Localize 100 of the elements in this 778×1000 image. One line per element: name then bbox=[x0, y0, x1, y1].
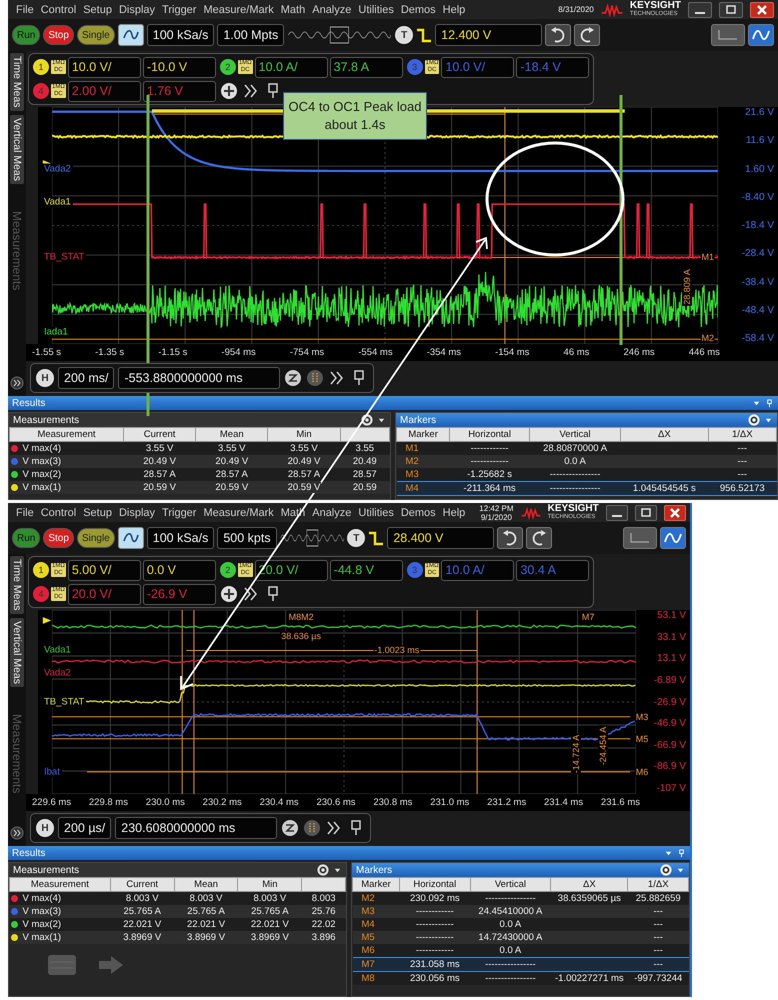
trace-label[interactable]: Vada1 bbox=[42, 644, 73, 656]
stop-button[interactable]: Stop bbox=[43, 528, 74, 548]
menu-item[interactable]: Trigger bbox=[162, 4, 196, 16]
menu-item[interactable]: File bbox=[16, 4, 34, 16]
column-header[interactable]: Mean bbox=[174, 878, 238, 892]
timebase-scale-field[interactable]: 200 µs/ bbox=[58, 817, 112, 839]
channel-number[interactable]: 2 bbox=[220, 562, 236, 578]
channel-number[interactable]: 2 bbox=[220, 59, 236, 75]
close-button[interactable] bbox=[750, 2, 774, 18]
trigger-badge[interactable]: T bbox=[347, 529, 366, 547]
add-icon[interactable] bbox=[220, 82, 238, 100]
trigger-badge[interactable]: T bbox=[395, 26, 414, 44]
menu-item[interactable]: Measure/Mark bbox=[203, 4, 274, 16]
channel-scale-field[interactable]: 10.0 V/ bbox=[68, 56, 141, 78]
double-chevron-icon[interactable] bbox=[242, 585, 260, 603]
single-button[interactable]: Single bbox=[76, 528, 115, 548]
column-header[interactable]: Measurement bbox=[10, 428, 124, 442]
memory-depth-field[interactable]: 1.00 Mpts bbox=[217, 24, 284, 46]
marker-line[interactable] bbox=[86, 771, 631, 772]
dropdown-caret-icon[interactable] bbox=[333, 866, 342, 874]
run-button[interactable]: Run bbox=[12, 25, 40, 45]
settings-icon[interactable] bbox=[361, 414, 373, 426]
side-tab[interactable]: Vertical Meas bbox=[10, 618, 24, 687]
minimize-button[interactable] bbox=[606, 504, 628, 520]
column-header[interactable]: Horizontal bbox=[400, 878, 470, 892]
channel-offset-field[interactable]: -18.4 V bbox=[516, 56, 590, 78]
menu-item[interactable]: Demos bbox=[400, 506, 436, 518]
marker-row[interactable]: M8 230.056 ms ---------------- -1.00227271 ms -997.73244 bbox=[352, 972, 688, 985]
timebase-position-field[interactable]: -553.8800000000 ms bbox=[118, 367, 280, 389]
maximize-button[interactable] bbox=[719, 2, 743, 18]
column-header[interactable]: ΔX bbox=[550, 878, 628, 892]
channel-scale-field[interactable]: 20.0 V/ bbox=[68, 584, 141, 604]
channel-offset-field[interactable]: 0.0 V bbox=[142, 560, 216, 580]
menu-item[interactable]: Help bbox=[442, 4, 466, 16]
column-header[interactable]: Measurement bbox=[10, 878, 110, 892]
side-tab[interactable]: Time Meas bbox=[10, 53, 24, 111]
marker-row[interactable]: M6 ------------ 0.0 A --- bbox=[352, 944, 688, 958]
undo-button[interactable] bbox=[545, 24, 572, 46]
settings-icon[interactable] bbox=[317, 864, 329, 876]
column-header[interactable]: Mean bbox=[196, 428, 268, 442]
marker-line[interactable] bbox=[182, 610, 183, 794]
column-header[interactable]: Marker bbox=[352, 878, 400, 892]
channel-offset-field[interactable]: -44.8 V bbox=[330, 560, 403, 580]
column-header[interactable]: 1/ΔX bbox=[628, 878, 688, 892]
pin-icon[interactable] bbox=[677, 848, 686, 858]
column-header[interactable]: Horizontal bbox=[450, 428, 530, 442]
channel-scale-field[interactable]: 10.0 A/ bbox=[441, 560, 514, 580]
marker-line[interactable] bbox=[504, 107, 506, 344]
column-header[interactable]: Vertical bbox=[470, 878, 551, 892]
channel-offset-field[interactable]: 37.8 A bbox=[330, 56, 403, 78]
sample-rate-field[interactable]: 100 kSa/s bbox=[146, 527, 214, 549]
horizontal-badge[interactable]: H bbox=[36, 819, 54, 837]
run-button[interactable]: Run bbox=[12, 528, 40, 548]
timebase-position-field[interactable]: 230.6080000000 ms bbox=[115, 817, 278, 839]
marker-row[interactable]: M7 231.058 ms ---------------- --- bbox=[352, 958, 688, 972]
channel-scale-field[interactable]: 5.00 V/ bbox=[68, 560, 141, 580]
expand-icon[interactable] bbox=[10, 826, 24, 840]
column-header[interactable]: Current bbox=[110, 878, 174, 892]
redo-button[interactable] bbox=[574, 24, 600, 46]
channel-offset-field[interactable]: 30.4 A bbox=[516, 560, 590, 580]
menu-item[interactable]: Control bbox=[40, 4, 76, 16]
menu-item[interactable]: Utilities bbox=[358, 4, 394, 16]
menu-item[interactable]: Utilities bbox=[358, 506, 394, 518]
sample-rate-field[interactable]: 100 kSa/s bbox=[146, 24, 214, 46]
trace-label[interactable]: Iada1 bbox=[42, 326, 70, 338]
menu-item[interactable]: Trigger bbox=[162, 506, 196, 518]
single-button[interactable]: Single bbox=[76, 25, 115, 45]
settings-icon[interactable] bbox=[748, 414, 760, 426]
navigate-icon[interactable] bbox=[306, 369, 324, 387]
redo-button[interactable] bbox=[526, 527, 552, 549]
autoscale-button[interactable] bbox=[118, 24, 144, 46]
menu-item[interactable]: Setup bbox=[83, 506, 112, 518]
add-icon[interactable] bbox=[220, 585, 238, 603]
trace-label[interactable]: Vada2 bbox=[42, 163, 73, 174]
trace-label[interactable]: TB_STAT bbox=[42, 252, 86, 263]
menu-item[interactable]: Measure/Mark bbox=[203, 506, 274, 518]
zoom-icon[interactable] bbox=[284, 369, 302, 387]
menu-item[interactable]: Math bbox=[280, 4, 306, 16]
column-header[interactable]: Marker bbox=[396, 428, 450, 442]
maximize-button[interactable] bbox=[634, 504, 657, 520]
menu-item[interactable]: Display bbox=[118, 4, 156, 16]
trace-label[interactable]: Vada2 bbox=[42, 667, 73, 678]
marker-row[interactable]: M4 ------------ 0.0 A --- bbox=[352, 918, 688, 931]
navigate-icon[interactable] bbox=[303, 819, 322, 837]
channel-number[interactable]: 1 bbox=[33, 562, 49, 578]
expand-icon[interactable] bbox=[10, 376, 24, 390]
zoom-icon[interactable] bbox=[281, 819, 300, 837]
column-header[interactable]: Min bbox=[238, 878, 302, 892]
timebase-scale-field[interactable]: 200 ms/ bbox=[58, 367, 114, 389]
channel-offset-field[interactable]: -10.0 V bbox=[142, 56, 216, 78]
zoom-window-button[interactable] bbox=[623, 527, 658, 549]
column-header[interactable]: Vertical bbox=[529, 428, 621, 442]
waveform-mode-button[interactable] bbox=[660, 527, 686, 549]
menu-item[interactable]: Setup bbox=[83, 4, 112, 16]
dropdown-caret-icon[interactable] bbox=[377, 416, 386, 424]
menu-item[interactable]: Display bbox=[118, 506, 156, 518]
double-chevron-icon[interactable] bbox=[242, 82, 260, 100]
channel-scale-field[interactable]: 10.0 A/ bbox=[254, 56, 328, 78]
marker-row[interactable]: M2 ------------ 0.0 A --- bbox=[396, 455, 776, 468]
side-tab[interactable]: Vertical Meas bbox=[10, 114, 24, 184]
